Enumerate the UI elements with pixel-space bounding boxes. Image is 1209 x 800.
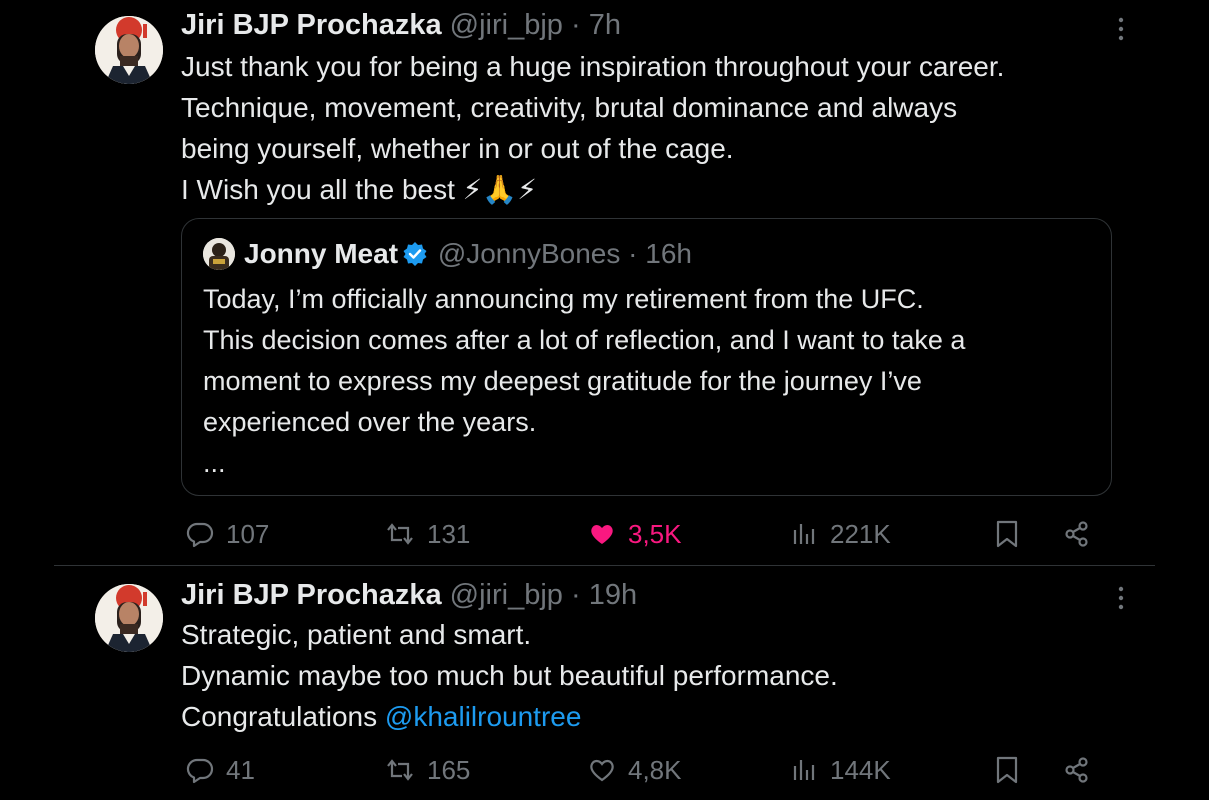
repost-button[interactable]: 131 — [385, 514, 470, 554]
like-icon — [588, 520, 616, 548]
tweet-text-line: Technique, movement, creativity, brutal … — [181, 92, 958, 123]
quoted-text-line: experienced over the years. — [203, 407, 537, 437]
tweet-text-line: I Wish you all the best ⚡🙏⚡ — [181, 174, 537, 205]
tweet-divider — [54, 565, 1155, 566]
repost-button[interactable]: 165 — [385, 750, 470, 790]
repost-icon — [385, 520, 415, 548]
like-icon — [588, 756, 616, 784]
bookmark-icon[interactable] — [994, 514, 1020, 554]
quoted-text-line: ... — [203, 448, 226, 478]
quoted-text-line: Today, I’m officially announcing my reti… — [203, 284, 924, 314]
tweet-text-line: Dynamic maybe too much but beautiful per… — [181, 660, 838, 691]
like-count: 4,8K — [628, 754, 682, 785]
tweet-header: Jiri BJP Prochazka @jiri_bjp · 7h — [181, 8, 621, 42]
tweet-text: Strategic, patient and smart. Dynamic ma… — [181, 614, 838, 737]
like-button[interactable]: 4,8K — [588, 750, 682, 790]
verified-icon — [402, 240, 428, 266]
views-count: 144K — [830, 754, 891, 785]
tweet-text-line: being yourself, whether in or out of the… — [181, 133, 734, 164]
quoted-text-line: This decision comes after a lot of refle… — [203, 325, 966, 355]
separator: · — [571, 9, 581, 41]
reply-count: 41 — [226, 754, 255, 785]
tweet-text-line: Strategic, patient and smart. — [181, 619, 532, 650]
quoted-text: Today, I’m officially announcing my reti… — [203, 279, 965, 484]
tweet-header: Jiri BJP Prochazka @jiri_bjp · 19h — [181, 578, 637, 612]
repost-count: 131 — [427, 518, 471, 549]
timestamp[interactable]: 7h — [589, 9, 621, 41]
tweet-text: Just thank you for being a huge inspirat… — [181, 46, 1004, 210]
views-button[interactable]: 221K — [792, 514, 891, 554]
avatar[interactable] — [95, 584, 163, 652]
quoted-text-line: moment to express my deepest gratitude f… — [203, 366, 922, 396]
quoted-author-name[interactable]: Jonny Meat — [244, 238, 398, 269]
separator: · — [628, 238, 638, 269]
tweet-text-line: Congratulations @khalilrountree — [181, 696, 838, 737]
reply-icon — [186, 520, 214, 548]
quoted-avatar[interactable] — [203, 238, 235, 270]
views-count: 221K — [830, 518, 891, 549]
views-icon — [792, 756, 818, 784]
more-icon[interactable] — [1108, 581, 1134, 615]
more-icon[interactable] — [1108, 12, 1134, 46]
repost-count: 165 — [427, 754, 471, 785]
views-button[interactable]: 144K — [792, 750, 891, 790]
reply-button[interactable]: 41 — [186, 750, 255, 790]
quoted-tweet[interactable]: Jonny Meat @JonnyBones · 16h Today, I’m … — [181, 218, 1112, 496]
author-handle[interactable]: @jiri_bjp — [450, 579, 563, 611]
repost-icon — [385, 756, 415, 784]
like-button[interactable]: 3,5K — [588, 514, 682, 554]
quoted-timestamp[interactable]: 16h — [645, 238, 692, 269]
tweet-text-line: Just thank you for being a huge inspirat… — [181, 51, 1005, 82]
tweet-text-segment: Congratulations — [181, 701, 385, 732]
views-icon — [792, 520, 818, 548]
separator: · — [571, 579, 581, 611]
timestamp[interactable]: 19h — [589, 579, 637, 611]
bookmark-icon[interactable] — [994, 750, 1020, 790]
author-name[interactable]: Jiri BJP Prochazka — [181, 9, 442, 41]
share-icon[interactable] — [1063, 750, 1091, 790]
like-count: 3,5K — [628, 518, 682, 549]
author-handle[interactable]: @jiri_bjp — [450, 9, 563, 41]
avatar[interactable] — [95, 16, 163, 84]
share-icon[interactable] — [1063, 514, 1091, 554]
tweet-actions: 107 131 3,5K 221K — [0, 514, 1209, 554]
tweet-actions: 41 165 4,8K 144K — [0, 750, 1209, 790]
reply-count: 107 — [226, 518, 270, 549]
quoted-author-handle[interactable]: @JonnyBones — [438, 238, 621, 269]
mention-link[interactable]: @khalilrountree — [385, 701, 582, 732]
author-name[interactable]: Jiri BJP Prochazka — [181, 579, 442, 611]
quoted-header: Jonny Meat @JonnyBones · 16h — [244, 236, 692, 272]
reply-button[interactable]: 107 — [186, 514, 269, 554]
reply-icon — [186, 756, 214, 784]
